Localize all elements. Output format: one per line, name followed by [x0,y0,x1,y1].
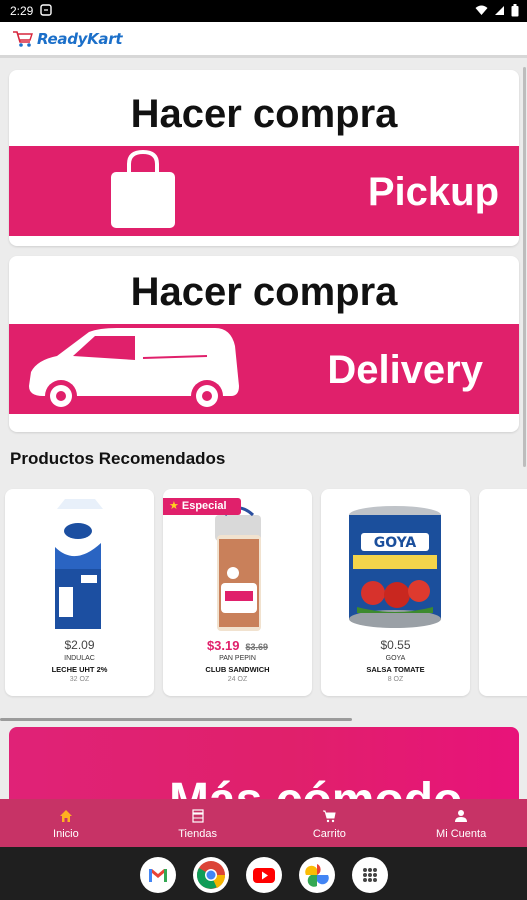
cart-icon [322,809,336,823]
pickup-band: Pickup [9,146,519,236]
special-badge-label: Especial [181,500,227,512]
readykart-logo[interactable]: ReadyKart [12,29,123,49]
nav-mi-cuenta[interactable]: Mi Cuenta [395,799,527,847]
product-brand: INDULAC [64,655,95,662]
tomato-sauce-can-image: GOYA [321,497,470,633]
shopping-bag-icon [109,149,177,235]
product-card[interactable]: GOYA $0.55 GOYA SALSA TOMATE 8 OZ [321,489,470,696]
system-dock [0,847,527,900]
notification-icon [40,4,52,19]
product-price-special: $3.19 $3.69 [163,638,312,653]
product-price: $0.55 [380,638,411,652]
product-price: $2.09 [64,638,95,652]
signal-icon [494,5,505,19]
recommended-products-title: Productos Recomendados [10,449,226,468]
photos-icon[interactable] [299,857,335,893]
nav-carrito-label: Carrito [312,828,346,840]
star-icon: ★ [169,500,179,512]
product-card[interactable]: ★ Especial $3.19 $3.69 PAN PEPIN CLUB SAND… [163,489,312,696]
person-icon [454,809,468,823]
delivery-band: Delivery [9,324,519,414]
sale-price: $3.19 [206,638,240,653]
gmail-icon[interactable] [140,857,176,893]
product-size: 8 OZ [387,676,404,683]
delivery-card[interactable]: Hacer compra Delivery [9,256,519,432]
youtube-icon[interactable] [246,857,282,893]
pickup-card[interactable]: Hacer compra Pickup [9,70,519,246]
store-icon [191,809,205,823]
nav-mi-cuenta-label: Mi Cuenta [436,828,487,840]
main-content[interactable]: Hacer compra Pickup Hacer compra Deliver… [0,61,527,799]
nav-carrito[interactable]: Carrito [264,799,396,847]
delivery-label: Delivery [327,348,483,392]
status-bar: 2:29 [0,0,527,22]
vertical-scrollbar [523,67,526,467]
product-card[interactable]: $2.09 INDULAC LECHE UHT 2% 32 OZ [5,489,154,696]
promo-banner[interactable]: Más cómodo [9,727,519,799]
chrome-icon[interactable] [193,857,229,893]
battery-icon [511,4,519,20]
product-name: SALSA TOMATE [366,665,425,674]
bread-bag-image [163,497,312,633]
product-size: 24 OZ [227,676,248,683]
cart-logo-icon [12,29,34,49]
bottom-navigation: Inicio Tiendas Carrito Mi Cuenta [0,799,527,847]
promo-text: Más cómodo [169,773,462,799]
app-drawer-icon[interactable] [352,857,388,893]
product-card-partial[interactable] [479,489,527,696]
product-name: LECHE UHT 2% [51,665,108,674]
horizontal-scrollbar [0,718,352,721]
svg-text:GOYA: GOYA [374,535,417,551]
product-carousel[interactable]: $2.09 INDULAC LECHE UHT 2% 32 OZ ★ Especi… [0,489,527,699]
product-brand: PAN PEPIN [219,655,256,662]
delivery-card-title: Hacer compra [130,270,398,314]
nav-tiendas[interactable]: Tiendas [132,799,264,847]
product-brand: GOYA [385,655,406,662]
original-price: $3.69 [245,642,269,652]
home-icon [59,809,73,823]
nav-inicio-label: Inicio [53,828,79,840]
wifi-icon [475,5,488,19]
pickup-card-title: Hacer compra [130,92,398,136]
nav-tiendas-label: Tiendas [178,828,217,840]
delivery-van-icon [27,326,242,419]
app-bar: ReadyKart [0,22,527,58]
product-name: CLUB SANDWICH [205,665,270,674]
logo-text: ReadyKart [37,30,123,48]
milk-carton-image [5,497,154,633]
status-time: 2:29 [10,4,34,18]
special-badge: ★ Especial [163,498,241,515]
product-size: 32 OZ [69,676,90,683]
nav-inicio[interactable]: Inicio [0,799,132,847]
pickup-label: Pickup [367,170,499,214]
